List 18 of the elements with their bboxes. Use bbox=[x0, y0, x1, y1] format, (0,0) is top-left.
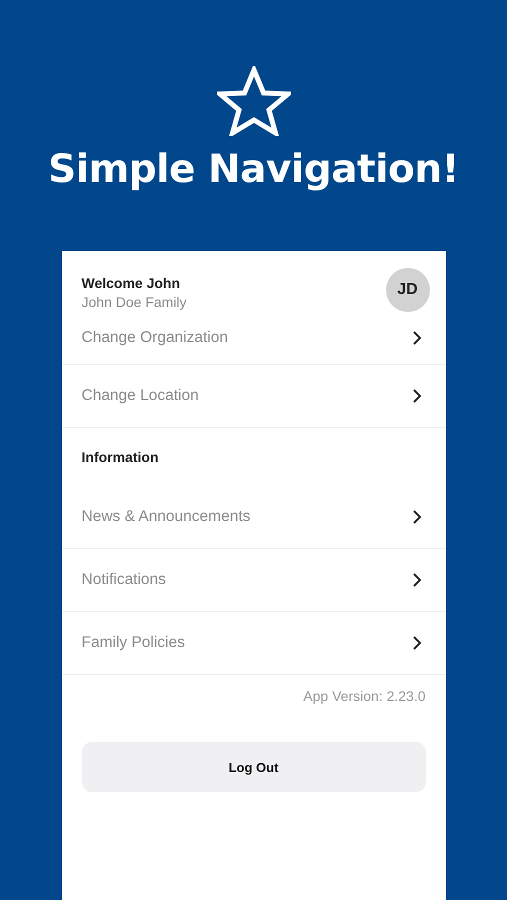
menu-item[interactable]: Change Location bbox=[62, 365, 446, 428]
hero-title: Simple Navigation! bbox=[48, 146, 459, 194]
section-heading: Information bbox=[80, 448, 160, 467]
menu-item[interactable]: Change Organization bbox=[62, 312, 446, 365]
welcome-text: Welcome John bbox=[82, 274, 182, 290]
chevron-right-icon bbox=[412, 510, 420, 524]
chevron-right-icon bbox=[412, 636, 420, 650]
chevron-right-icon bbox=[412, 331, 420, 345]
chevron-right-icon bbox=[412, 389, 420, 403]
menu-item[interactable]: News & Announcements bbox=[62, 486, 446, 549]
menu-item[interactable]: Notifications bbox=[62, 549, 446, 612]
app-version: App Version: 2.23.0 bbox=[303, 688, 426, 704]
menu-item[interactable]: Family Policies bbox=[62, 612, 446, 675]
family-name: John Doe Family bbox=[82, 294, 187, 310]
star-icon bbox=[216, 66, 290, 136]
logout-button[interactable]: Log Out bbox=[82, 742, 426, 792]
avatar-initials[interactable]: JD bbox=[386, 268, 430, 312]
chevron-right-icon bbox=[412, 573, 420, 587]
